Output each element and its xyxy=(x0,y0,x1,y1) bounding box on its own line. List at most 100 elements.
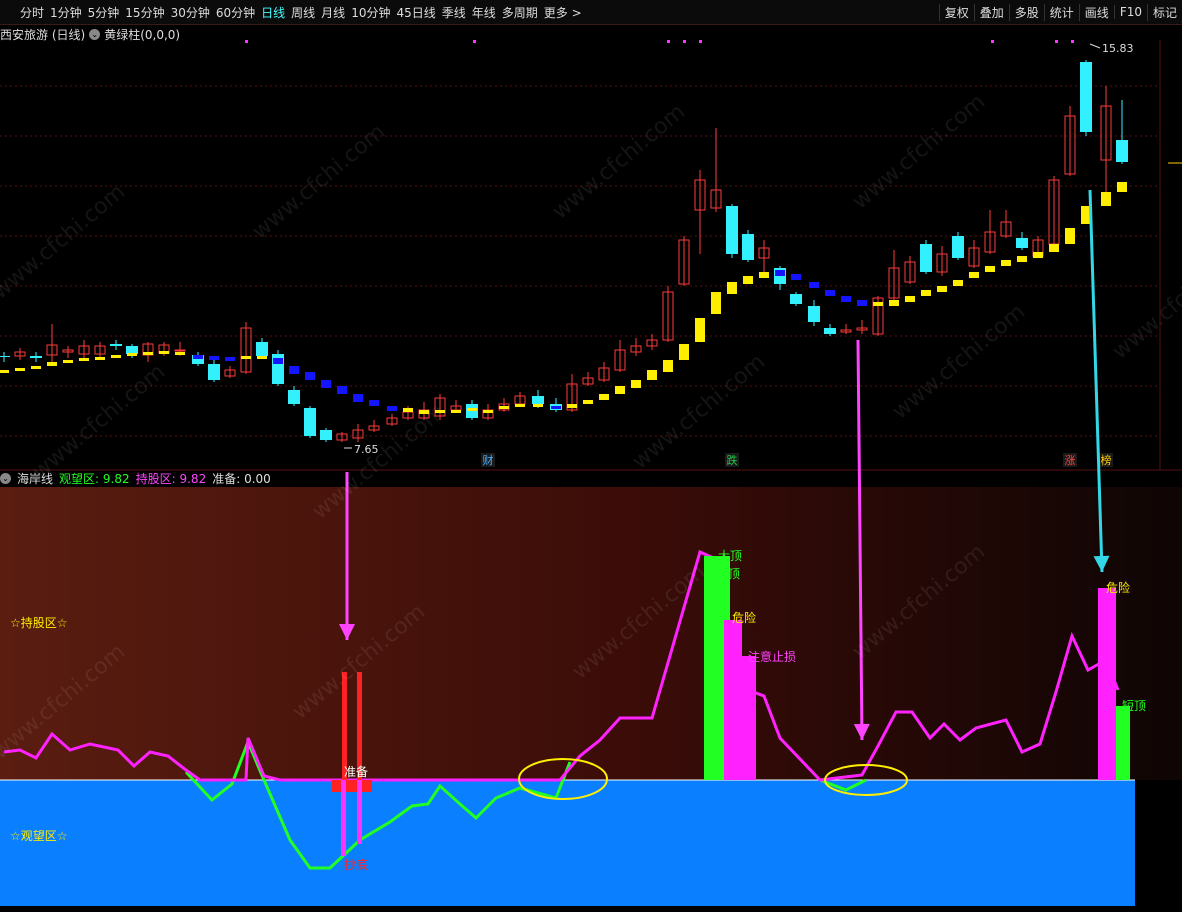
trend-bar-8 xyxy=(127,353,137,356)
trend-bar-31 xyxy=(499,406,509,409)
tag-top: 顶 xyxy=(728,567,740,581)
candle-body-8 xyxy=(126,346,138,354)
trend-bar-9 xyxy=(143,352,153,355)
trend-bar-66 xyxy=(1065,228,1075,244)
trend-bar-6 xyxy=(95,357,105,360)
trend-bar-57 xyxy=(921,290,931,296)
ready-readout: 准备: 0.00 xyxy=(212,470,271,487)
candle-body-59 xyxy=(952,236,964,258)
chevron-down-icon[interactable]: ⌄ xyxy=(0,473,11,484)
watermark-6: www.cfchi.com xyxy=(628,349,770,474)
stop-loss-bar xyxy=(742,656,756,780)
event-marker-0: 财 xyxy=(483,453,494,467)
tag-bottom: 抄底 xyxy=(344,857,368,872)
trend-bar-24 xyxy=(387,406,397,411)
trend-bar-65 xyxy=(1049,244,1059,252)
trend-bar-3 xyxy=(47,362,57,366)
trend-bar-37 xyxy=(599,394,609,400)
trend-bar-45 xyxy=(727,282,737,294)
trend-bar-54 xyxy=(873,302,883,306)
trend-bar-25 xyxy=(403,408,413,412)
signal-dot-2 xyxy=(667,40,670,43)
lower-indicator-name[interactable]: 海岸线 xyxy=(17,470,53,487)
hold-zone-label: ☆持股区☆ xyxy=(10,615,68,630)
trend-bar-7 xyxy=(111,355,121,358)
candle-body-11 xyxy=(174,349,186,352)
trend-bar-55 xyxy=(889,300,899,306)
trend-bar-59 xyxy=(953,280,963,286)
watch-zone-label: ☆观望区☆ xyxy=(10,829,68,843)
trend-bar-34 xyxy=(551,406,561,409)
trend-bar-68 xyxy=(1101,192,1111,206)
event-marker-3: 榜 xyxy=(1101,453,1112,467)
signal-dot-0 xyxy=(245,40,248,43)
danger-bar-2 xyxy=(1098,588,1116,780)
watch-value: 9.82 xyxy=(102,472,130,486)
trend-bar-41 xyxy=(663,360,673,372)
danger-bar-1 xyxy=(724,620,742,780)
trend-bar-58 xyxy=(937,286,947,292)
event-marker-2: 涨 xyxy=(1065,454,1076,467)
trend-bar-16 xyxy=(257,356,267,359)
trend-bar-28 xyxy=(451,410,461,413)
signal-dot-3 xyxy=(683,40,686,43)
trend-bar-48 xyxy=(775,270,785,276)
trend-bar-50 xyxy=(809,282,819,288)
trend-bar-60 xyxy=(969,272,979,278)
trend-bar-14 xyxy=(225,357,235,361)
trend-bar-43 xyxy=(695,318,705,342)
tag-big-top: 大顶 xyxy=(718,549,742,563)
chart-canvas[interactable]: 15.837.65财跌涨榜大顶顶危险注意止损危险短顶准备抄底☆持股区☆☆观望区☆… xyxy=(0,0,1182,912)
candle-body-50 xyxy=(808,306,820,322)
trend-bar-32 xyxy=(515,404,525,407)
trend-bar-5 xyxy=(79,358,89,361)
ready-label: 准备: xyxy=(212,472,241,486)
trend-bar-39 xyxy=(631,380,641,388)
signal-dot-6 xyxy=(1055,40,1058,43)
trend-bar-38 xyxy=(615,386,625,394)
trend-bar-40 xyxy=(647,370,657,380)
candle-body-13 xyxy=(208,364,220,380)
candle-body-2 xyxy=(30,356,42,358)
candle-body-45 xyxy=(726,206,738,254)
trend-bar-21 xyxy=(337,386,347,394)
watch-zone-readout: 观望区: 9.82 xyxy=(59,470,130,487)
hold-zone-background xyxy=(0,487,1182,780)
watermark-7: www.cfchi.com xyxy=(888,299,1030,424)
high-price-pointer xyxy=(1089,43,1101,49)
watermark-3: www.cfchi.com xyxy=(848,89,990,214)
trend-bar-2 xyxy=(31,366,41,369)
stock-name: 西安旅游 (日线) xyxy=(0,28,86,42)
high-price-label: 15.83 xyxy=(1102,42,1134,55)
trend-bar-15 xyxy=(241,356,251,359)
event-marker-1: 跌 xyxy=(727,453,738,467)
trend-bar-23 xyxy=(369,400,379,406)
trend-bar-20 xyxy=(321,380,331,388)
watermark-4: www.cfchi.com xyxy=(28,359,170,484)
trend-bar-4 xyxy=(63,360,73,363)
trend-bar-12 xyxy=(193,355,203,359)
candle-body-49 xyxy=(790,294,802,304)
trend-bar-19 xyxy=(305,372,315,380)
hold-value: 9.82 xyxy=(179,472,207,486)
candle-body-16 xyxy=(256,342,268,356)
indicator-name[interactable]: 黄绿柱(0,0,0) xyxy=(104,26,180,43)
stock-title-bar: 西安旅游 (日线) ⌄ 黄绿柱(0,0,0) xyxy=(0,26,180,43)
bottom-buy-bar-2 xyxy=(357,780,362,844)
trend-bar-62 xyxy=(1001,260,1011,266)
signal-dot-7 xyxy=(1071,40,1074,43)
trend-bar-29 xyxy=(467,408,477,411)
watermark-12: www.cfchi.com xyxy=(1108,239,1182,364)
trend-bar-1 xyxy=(15,368,25,371)
trend-bar-64 xyxy=(1033,252,1043,258)
bottom-signal-bar-2 xyxy=(357,672,362,780)
bottom-buy-bar-1 xyxy=(341,780,346,856)
trend-bar-42 xyxy=(679,344,689,360)
candle-body-67 xyxy=(1080,62,1092,132)
short-top-bar xyxy=(1116,706,1130,780)
chevron-down-icon[interactable]: ⌄ xyxy=(89,29,101,40)
candle-body-18 xyxy=(288,390,300,404)
trend-bar-49 xyxy=(791,274,801,280)
candle-body-46 xyxy=(742,234,754,260)
trend-bar-10 xyxy=(159,351,169,354)
